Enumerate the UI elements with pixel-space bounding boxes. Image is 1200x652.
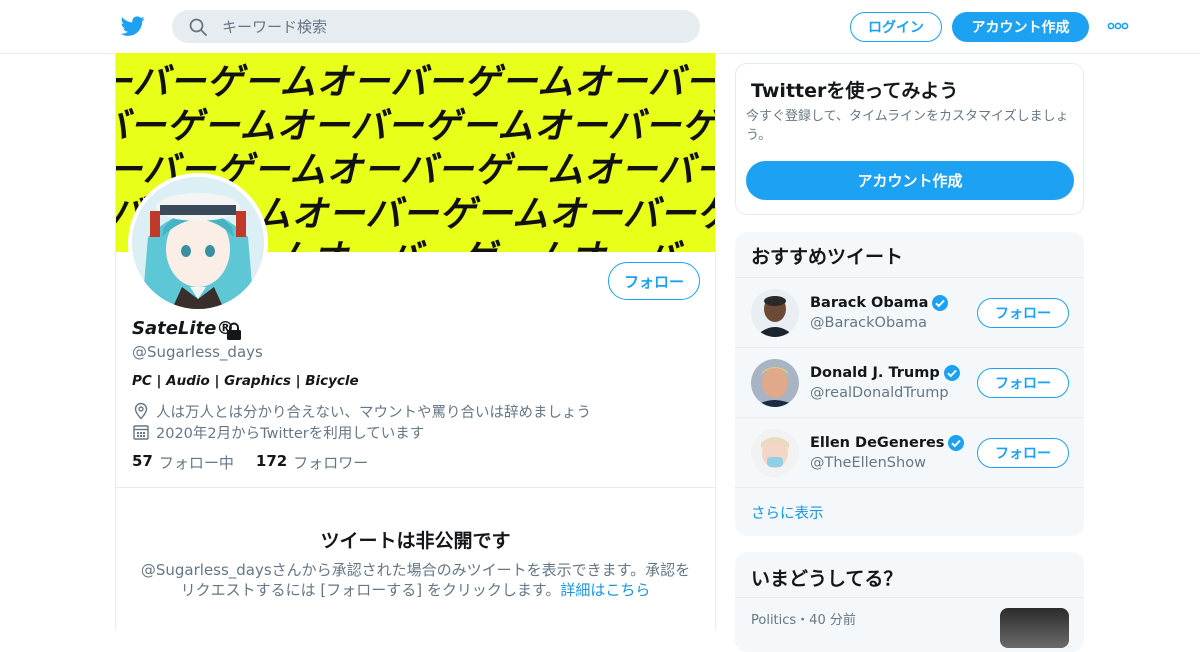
twitter-bird-icon[interactable]: [120, 14, 146, 38]
learn-more-link[interactable]: 詳細はこちら: [560, 581, 650, 599]
avatar[interactable]: [751, 429, 799, 477]
location-row: 人は万人とは分かり合えない、マウントや罵り合いは辞めましょう: [132, 401, 591, 421]
trends-divider: [735, 597, 1084, 598]
recommended-title: おすすめツイート: [751, 246, 904, 268]
recommended-account[interactable]: Ellen DeGeneres @TheEllenShow フォロー: [735, 417, 1084, 488]
list-divider: [735, 487, 1084, 489]
verified-badge-icon: [932, 295, 949, 311]
follow-counts: 57 フォロー中 172 フォロワー: [132, 452, 368, 473]
lock-icon: [227, 322, 241, 340]
follow-button[interactable]: フォロー: [977, 298, 1069, 328]
show-more-link[interactable]: さらに表示: [751, 502, 824, 523]
location-pin-icon: [134, 402, 148, 420]
followers-label[interactable]: フォロワー: [293, 452, 368, 473]
private-tweets-title: ツイートは非公開です: [320, 530, 511, 552]
account-handle: @TheEllenShow: [810, 455, 926, 471]
account-handle: @BarackObama: [810, 315, 928, 331]
top-navigation-bar: ログイン アカウント作成: [0, 0, 1200, 54]
avatar[interactable]: [751, 359, 799, 407]
avatar-illustration: [132, 177, 264, 309]
search-box[interactable]: [172, 10, 700, 43]
profile-column: ーバーゲームオーバーゲームオーバーゲーム ーバーゲームオーバーゲームオーバーゲー…: [115, 53, 716, 630]
join-date-text: 2020年2月からTwitterを利用しています: [156, 425, 425, 442]
join-date-row: 2020年2月からTwitterを利用しています: [132, 422, 424, 442]
search-input[interactable]: [222, 10, 682, 43]
recommended-accounts-card: おすすめツイート Barack Obama @BarackObama フォロー …: [735, 232, 1084, 536]
trends-card: いまどうしてる？ Politics・40 分前: [735, 552, 1084, 652]
verified-badge-icon: [948, 435, 965, 451]
signup-card-title: Twitterを使ってみよう: [751, 80, 959, 102]
card-signup-button[interactable]: アカウント作成: [746, 161, 1074, 200]
private-tweets-description: @Sugarless_daysさんから承認された場合のみツイートを表示できます。…: [136, 560, 695, 600]
profile-avatar[interactable]: [128, 173, 268, 313]
search-icon: [189, 18, 207, 36]
more-options-icon[interactable]: [1107, 20, 1129, 32]
signup-button[interactable]: アカウント作成: [952, 12, 1089, 42]
account-name[interactable]: Barack Obama: [810, 294, 949, 312]
account-name[interactable]: Ellen DeGeneres: [810, 434, 965, 452]
location-text: 人は万人とは分かり合えない、マウントや罵り合いは辞めましょう: [156, 404, 591, 421]
trend-item-meta[interactable]: Politics・40 分前: [751, 609, 856, 628]
account-name-text[interactable]: Donald J. Trump: [810, 365, 940, 381]
profile-handle: @Sugarless_days: [132, 343, 263, 361]
trends-title: いまどうしてる？: [751, 568, 903, 590]
followers-count[interactable]: 172: [256, 452, 287, 473]
account-name-text[interactable]: Barack Obama: [810, 295, 928, 311]
signup-card-description: 今すぐ登録して、タイムラインをカスタマイズしましょう。: [746, 109, 1069, 143]
follow-button[interactable]: フォロー: [977, 368, 1069, 398]
follow-button[interactable]: フォロー: [977, 438, 1069, 468]
recommended-account[interactable]: Donald J. Trump @realDonaldTrump フォロー: [735, 347, 1084, 418]
calendar-icon: [133, 425, 149, 440]
account-name-text[interactable]: Ellen DeGeneres: [810, 435, 944, 451]
profile-bio: PC | Audio | Graphics | Bicycle: [132, 373, 359, 389]
account-name[interactable]: Donald J. Trump: [810, 364, 961, 382]
following-label[interactable]: フォロー中: [159, 452, 234, 473]
section-divider: [116, 487, 715, 488]
recommended-account[interactable]: Barack Obama @BarackObama フォロー: [735, 277, 1084, 348]
display-name: SateLite®: [132, 318, 235, 339]
follow-button[interactable]: フォロー: [608, 262, 700, 300]
following-count[interactable]: 57: [132, 452, 153, 473]
verified-badge-icon: [943, 365, 960, 381]
trend-thumbnail[interactable]: [1000, 608, 1069, 648]
signup-card: Twitterを使ってみよう 今すぐ登録して、タイムラインをカスタマイズしましょ…: [735, 63, 1084, 215]
account-handle: @realDonaldTrump: [810, 385, 949, 401]
login-button[interactable]: ログイン: [850, 12, 942, 42]
avatar[interactable]: [751, 289, 799, 337]
